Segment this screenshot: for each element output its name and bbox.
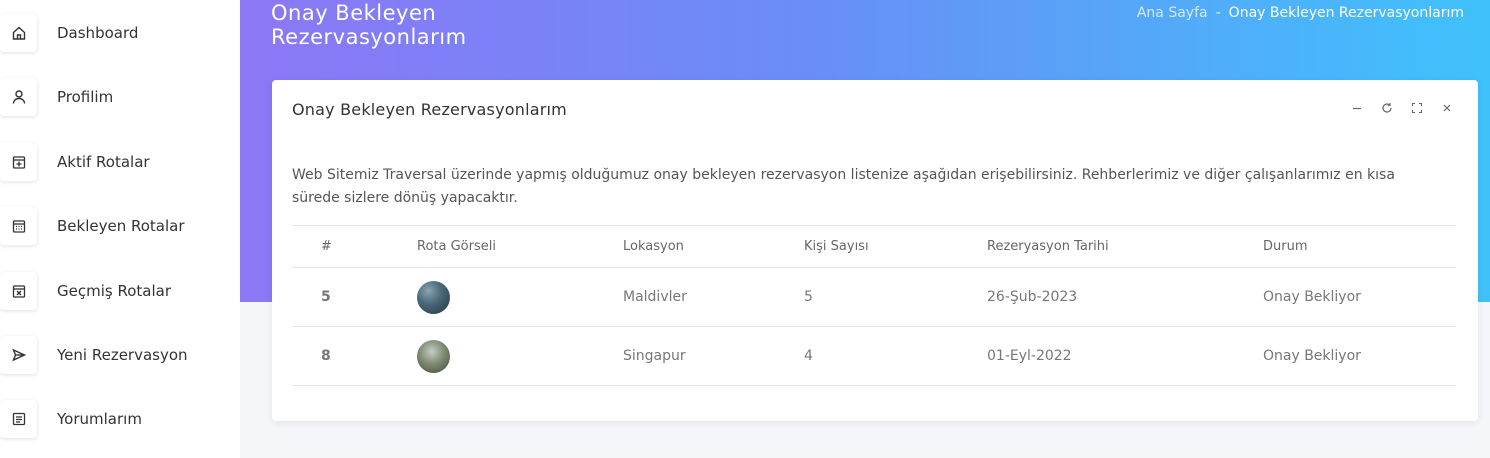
card-title: Onay Bekleyen Rezervasyonlarım: [292, 100, 567, 119]
sidebar-item-gecmis-rotalar[interactable]: Geçmiş Rotalar: [0, 269, 240, 313]
reservations-card: Onay Bekleyen Rezervasyonlarım Web Sitem…: [272, 80, 1478, 421]
calendar-icon: [0, 207, 37, 245]
row-location: Singapur: [623, 326, 804, 386]
sidebar-item-aktif-rotalar[interactable]: Aktif Rotalar: [0, 140, 240, 184]
route-thumbnail[interactable]: [417, 280, 450, 314]
column-header-number[interactable]: #: [292, 225, 417, 268]
sidebar-item-yeni-rezervasyon[interactable]: Yeni Rezervasyon: [0, 333, 240, 377]
minimize-icon[interactable]: [1350, 101, 1364, 115]
row-id: 5: [292, 267, 417, 327]
column-header-route-image[interactable]: Rota Görseli: [417, 225, 623, 268]
card-tools: [1350, 101, 1454, 115]
breadcrumb: Ana Sayfa - Onay Bekleyen Rezervasyonlar…: [1137, 5, 1464, 21]
breadcrumb-home-link[interactable]: Ana Sayfa: [1137, 5, 1208, 21]
card-description: Web Sitemiz Traversal üzerinde yapmış ol…: [292, 167, 1395, 206]
column-header-date[interactable]: Rezeryasyon Tarihi: [987, 225, 1263, 268]
column-header-status[interactable]: Durum: [1263, 225, 1456, 268]
row-date: 26-Şub-2023: [987, 267, 1263, 327]
close-icon[interactable]: [1440, 101, 1454, 115]
sidebar-item-label: Yorumlarım: [57, 410, 142, 428]
column-header-location[interactable]: Lokasyon: [623, 225, 804, 268]
row-people: 4: [804, 326, 987, 386]
sidebar-item-label: Profilim: [57, 88, 114, 106]
column-header-people[interactable]: Kişi Sayısı: [804, 225, 987, 268]
row-status: Onay Bekliyor: [1263, 267, 1456, 327]
refresh-icon[interactable]: [1380, 101, 1394, 115]
row-id: 8: [292, 326, 417, 386]
sidebar-item-label: Yeni Rezervasyon: [57, 346, 188, 364]
sidebar-item-label: Geçmiş Rotalar: [57, 282, 171, 300]
row-status: Onay Bekliyor: [1263, 326, 1456, 386]
sidebar-item-dashboard[interactable]: Dashboard: [0, 11, 240, 55]
calendar-x-icon: [0, 272, 37, 310]
sidebar-item-bekleyen-rotalar[interactable]: Bekleyen Rotalar: [0, 204, 240, 248]
user-icon: [0, 78, 37, 116]
sidebar-item-label: Dashboard: [57, 24, 139, 42]
sidebar-item-label: Bekleyen Rotalar: [57, 217, 185, 235]
sidebar-item-profilim[interactable]: Profilim: [0, 75, 240, 119]
home-icon: [0, 14, 37, 52]
table-header-row: # Rota Görseli Lokasyon Kişi Sayısı Reze…: [292, 225, 1456, 268]
breadcrumb-separator: -: [1215, 5, 1221, 21]
page-title: Onay Bekleyen Rezervasyonlarım: [271, 1, 467, 49]
route-thumbnail[interactable]: [417, 339, 450, 373]
message-icon: [0, 400, 37, 438]
row-location: Maldivler: [623, 267, 804, 327]
send-icon: [0, 336, 37, 374]
breadcrumb-current: Onay Bekleyen Rezervasyonlarım: [1228, 5, 1464, 21]
row-date: 01-Eyl-2022: [987, 326, 1263, 386]
calendar-plus-icon: [0, 143, 37, 181]
fullscreen-icon[interactable]: [1410, 101, 1424, 115]
sidebar-item-yorumlarim[interactable]: Yorumlarım: [0, 397, 240, 441]
table-row: 5 Maldivler 5 26-Şub-2023 Onay Bekliyor: [292, 267, 1456, 327]
reservations-table: # Rota Görseli Lokasyon Kişi Sayısı Reze…: [292, 225, 1456, 386]
sidebar: Dashboard Profilim Aktif Rotalar Bekleye…: [0, 0, 240, 458]
table-row: 8 Singapur 4 01-Eyl-2022 Onay Bekliyor: [292, 326, 1456, 386]
sidebar-item-label: Aktif Rotalar: [57, 153, 150, 171]
row-people: 5: [804, 267, 987, 327]
